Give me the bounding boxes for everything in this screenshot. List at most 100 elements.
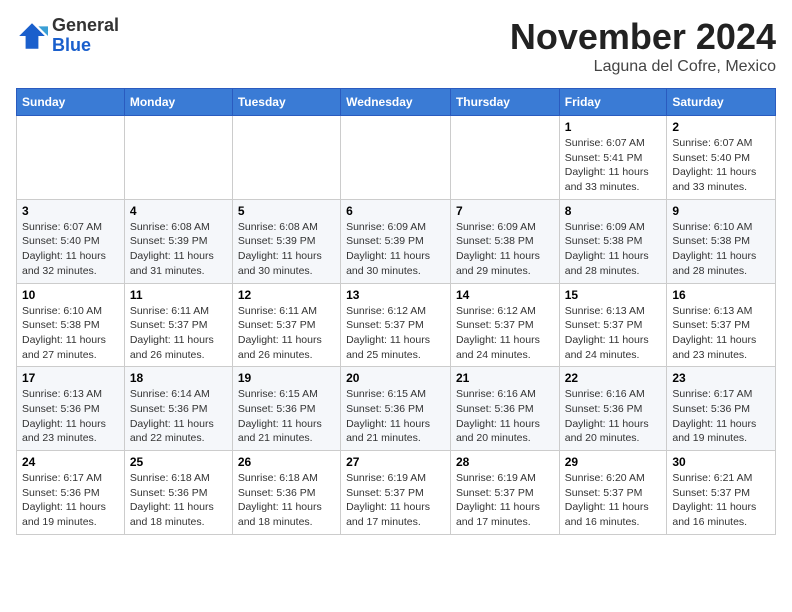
day-info: Sunrise: 6:17 AM Sunset: 5:36 PM Dayligh…	[22, 471, 119, 530]
weekday-sunday: Sunday	[17, 89, 125, 116]
day-number: 15	[565, 288, 662, 302]
calendar-cell: 16 Sunrise: 6:13 AM Sunset: 5:37 PM Dayli…	[667, 283, 776, 367]
calendar-week-4: 24 Sunrise: 6:17 AM Sunset: 5:36 PM Dayli…	[17, 451, 776, 535]
calendar-cell	[450, 116, 559, 200]
calendar-cell: 22 Sunrise: 6:16 AM Sunset: 5:36 PM Dayli…	[559, 367, 667, 451]
day-number: 17	[22, 371, 119, 385]
logo: General Blue	[16, 16, 119, 56]
logo-general: General	[52, 16, 119, 36]
calendar-cell: 12 Sunrise: 6:11 AM Sunset: 5:37 PM Dayli…	[232, 283, 340, 367]
calendar-cell: 18 Sunrise: 6:14 AM Sunset: 5:36 PM Dayli…	[124, 367, 232, 451]
day-number: 16	[672, 288, 770, 302]
day-info: Sunrise: 6:08 AM Sunset: 5:39 PM Dayligh…	[130, 220, 227, 279]
page-header: General Blue November 2024 Laguna del Co…	[16, 16, 776, 76]
day-number: 22	[565, 371, 662, 385]
calendar-table: SundayMondayTuesdayWednesdayThursdayFrid…	[16, 88, 776, 535]
calendar-cell: 20 Sunrise: 6:15 AM Sunset: 5:36 PM Dayli…	[341, 367, 451, 451]
calendar-cell: 10 Sunrise: 6:10 AM Sunset: 5:38 PM Dayli…	[17, 283, 125, 367]
calendar-cell: 11 Sunrise: 6:11 AM Sunset: 5:37 PM Dayli…	[124, 283, 232, 367]
day-number: 18	[130, 371, 227, 385]
day-number: 14	[456, 288, 554, 302]
day-number: 27	[346, 455, 445, 469]
logo-blue: Blue	[52, 36, 119, 56]
day-info: Sunrise: 6:10 AM Sunset: 5:38 PM Dayligh…	[22, 304, 119, 363]
day-info: Sunrise: 6:12 AM Sunset: 5:37 PM Dayligh…	[346, 304, 445, 363]
weekday-thursday: Thursday	[450, 89, 559, 116]
day-number: 26	[238, 455, 335, 469]
calendar-cell: 13 Sunrise: 6:12 AM Sunset: 5:37 PM Dayli…	[341, 283, 451, 367]
day-number: 7	[456, 204, 554, 218]
day-info: Sunrise: 6:17 AM Sunset: 5:36 PM Dayligh…	[672, 387, 770, 446]
day-number: 3	[22, 204, 119, 218]
day-number: 21	[456, 371, 554, 385]
logo-text: General Blue	[52, 16, 119, 56]
day-info: Sunrise: 6:13 AM Sunset: 5:36 PM Dayligh…	[22, 387, 119, 446]
day-info: Sunrise: 6:10 AM Sunset: 5:38 PM Dayligh…	[672, 220, 770, 279]
calendar-cell: 25 Sunrise: 6:18 AM Sunset: 5:36 PM Dayli…	[124, 451, 232, 535]
calendar-week-3: 17 Sunrise: 6:13 AM Sunset: 5:36 PM Dayli…	[17, 367, 776, 451]
calendar-cell	[232, 116, 340, 200]
day-number: 12	[238, 288, 335, 302]
day-number: 1	[565, 120, 662, 134]
calendar-cell: 9 Sunrise: 6:10 AM Sunset: 5:38 PM Daylig…	[667, 199, 776, 283]
title-block: November 2024 Laguna del Cofre, Mexico	[510, 16, 776, 76]
day-info: Sunrise: 6:09 AM Sunset: 5:39 PM Dayligh…	[346, 220, 445, 279]
calendar-cell: 17 Sunrise: 6:13 AM Sunset: 5:36 PM Dayli…	[17, 367, 125, 451]
calendar-cell: 4Sunrise: 6:08 AM Sunset: 5:39 PM Daylig…	[124, 199, 232, 283]
day-info: Sunrise: 6:16 AM Sunset: 5:36 PM Dayligh…	[456, 387, 554, 446]
day-number: 29	[565, 455, 662, 469]
calendar-cell: 30Sunrise: 6:21 AM Sunset: 5:37 PM Dayli…	[667, 451, 776, 535]
day-number: 6	[346, 204, 445, 218]
calendar-week-1: 3Sunrise: 6:07 AM Sunset: 5:40 PM Daylig…	[17, 199, 776, 283]
day-info: Sunrise: 6:14 AM Sunset: 5:36 PM Dayligh…	[130, 387, 227, 446]
day-info: Sunrise: 6:15 AM Sunset: 5:36 PM Dayligh…	[346, 387, 445, 446]
day-info: Sunrise: 6:15 AM Sunset: 5:36 PM Dayligh…	[238, 387, 335, 446]
logo-icon	[16, 20, 48, 52]
day-number: 24	[22, 455, 119, 469]
day-number: 11	[130, 288, 227, 302]
calendar-cell: 27 Sunrise: 6:19 AM Sunset: 5:37 PM Dayli…	[341, 451, 451, 535]
day-info: Sunrise: 6:11 AM Sunset: 5:37 PM Dayligh…	[238, 304, 335, 363]
calendar-cell	[17, 116, 125, 200]
day-info: Sunrise: 6:13 AM Sunset: 5:37 PM Dayligh…	[565, 304, 662, 363]
day-info: Sunrise: 6:19 AM Sunset: 5:37 PM Dayligh…	[346, 471, 445, 530]
day-number: 20	[346, 371, 445, 385]
day-info: Sunrise: 6:12 AM Sunset: 5:37 PM Dayligh…	[456, 304, 554, 363]
calendar-cell: 6 Sunrise: 6:09 AM Sunset: 5:39 PM Daylig…	[341, 199, 451, 283]
day-number: 8	[565, 204, 662, 218]
calendar-cell	[341, 116, 451, 200]
day-info: Sunrise: 6:13 AM Sunset: 5:37 PM Dayligh…	[672, 304, 770, 363]
day-info: Sunrise: 6:09 AM Sunset: 5:38 PM Dayligh…	[456, 220, 554, 279]
day-number: 10	[22, 288, 119, 302]
calendar-cell: 7 Sunrise: 6:09 AM Sunset: 5:38 PM Daylig…	[450, 199, 559, 283]
day-number: 19	[238, 371, 335, 385]
day-info: Sunrise: 6:19 AM Sunset: 5:37 PM Dayligh…	[456, 471, 554, 530]
day-info: Sunrise: 6:07 AM Sunset: 5:40 PM Dayligh…	[672, 136, 770, 195]
day-number: 13	[346, 288, 445, 302]
day-number: 9	[672, 204, 770, 218]
weekday-saturday: Saturday	[667, 89, 776, 116]
weekday-wednesday: Wednesday	[341, 89, 451, 116]
calendar-cell: 1 Sunrise: 6:07 AM Sunset: 5:41 PM Daylig…	[559, 116, 667, 200]
day-number: 28	[456, 455, 554, 469]
day-info: Sunrise: 6:21 AM Sunset: 5:37 PM Dayligh…	[672, 471, 770, 530]
calendar-cell: 28 Sunrise: 6:19 AM Sunset: 5:37 PM Dayli…	[450, 451, 559, 535]
calendar-cell: 19 Sunrise: 6:15 AM Sunset: 5:36 PM Dayli…	[232, 367, 340, 451]
location-title: Laguna del Cofre, Mexico	[510, 58, 776, 76]
calendar-cell: 3Sunrise: 6:07 AM Sunset: 5:40 PM Daylig…	[17, 199, 125, 283]
calendar-cell: 21 Sunrise: 6:16 AM Sunset: 5:36 PM Dayli…	[450, 367, 559, 451]
calendar-cell: 23Sunrise: 6:17 AM Sunset: 5:36 PM Dayli…	[667, 367, 776, 451]
calendar-cell: 5Sunrise: 6:08 AM Sunset: 5:39 PM Daylig…	[232, 199, 340, 283]
day-info: Sunrise: 6:18 AM Sunset: 5:36 PM Dayligh…	[130, 471, 227, 530]
calendar-week-2: 10 Sunrise: 6:10 AM Sunset: 5:38 PM Dayli…	[17, 283, 776, 367]
month-title: November 2024	[510, 16, 776, 58]
weekday-monday: Monday	[124, 89, 232, 116]
weekday-header-row: SundayMondayTuesdayWednesdayThursdayFrid…	[17, 89, 776, 116]
day-info: Sunrise: 6:07 AM Sunset: 5:41 PM Dayligh…	[565, 136, 662, 195]
day-info: Sunrise: 6:20 AM Sunset: 5:37 PM Dayligh…	[565, 471, 662, 530]
day-info: Sunrise: 6:16 AM Sunset: 5:36 PM Dayligh…	[565, 387, 662, 446]
calendar-week-0: 1 Sunrise: 6:07 AM Sunset: 5:41 PM Daylig…	[17, 116, 776, 200]
calendar-cell: 24 Sunrise: 6:17 AM Sunset: 5:36 PM Dayli…	[17, 451, 125, 535]
day-info: Sunrise: 6:11 AM Sunset: 5:37 PM Dayligh…	[130, 304, 227, 363]
day-number: 25	[130, 455, 227, 469]
